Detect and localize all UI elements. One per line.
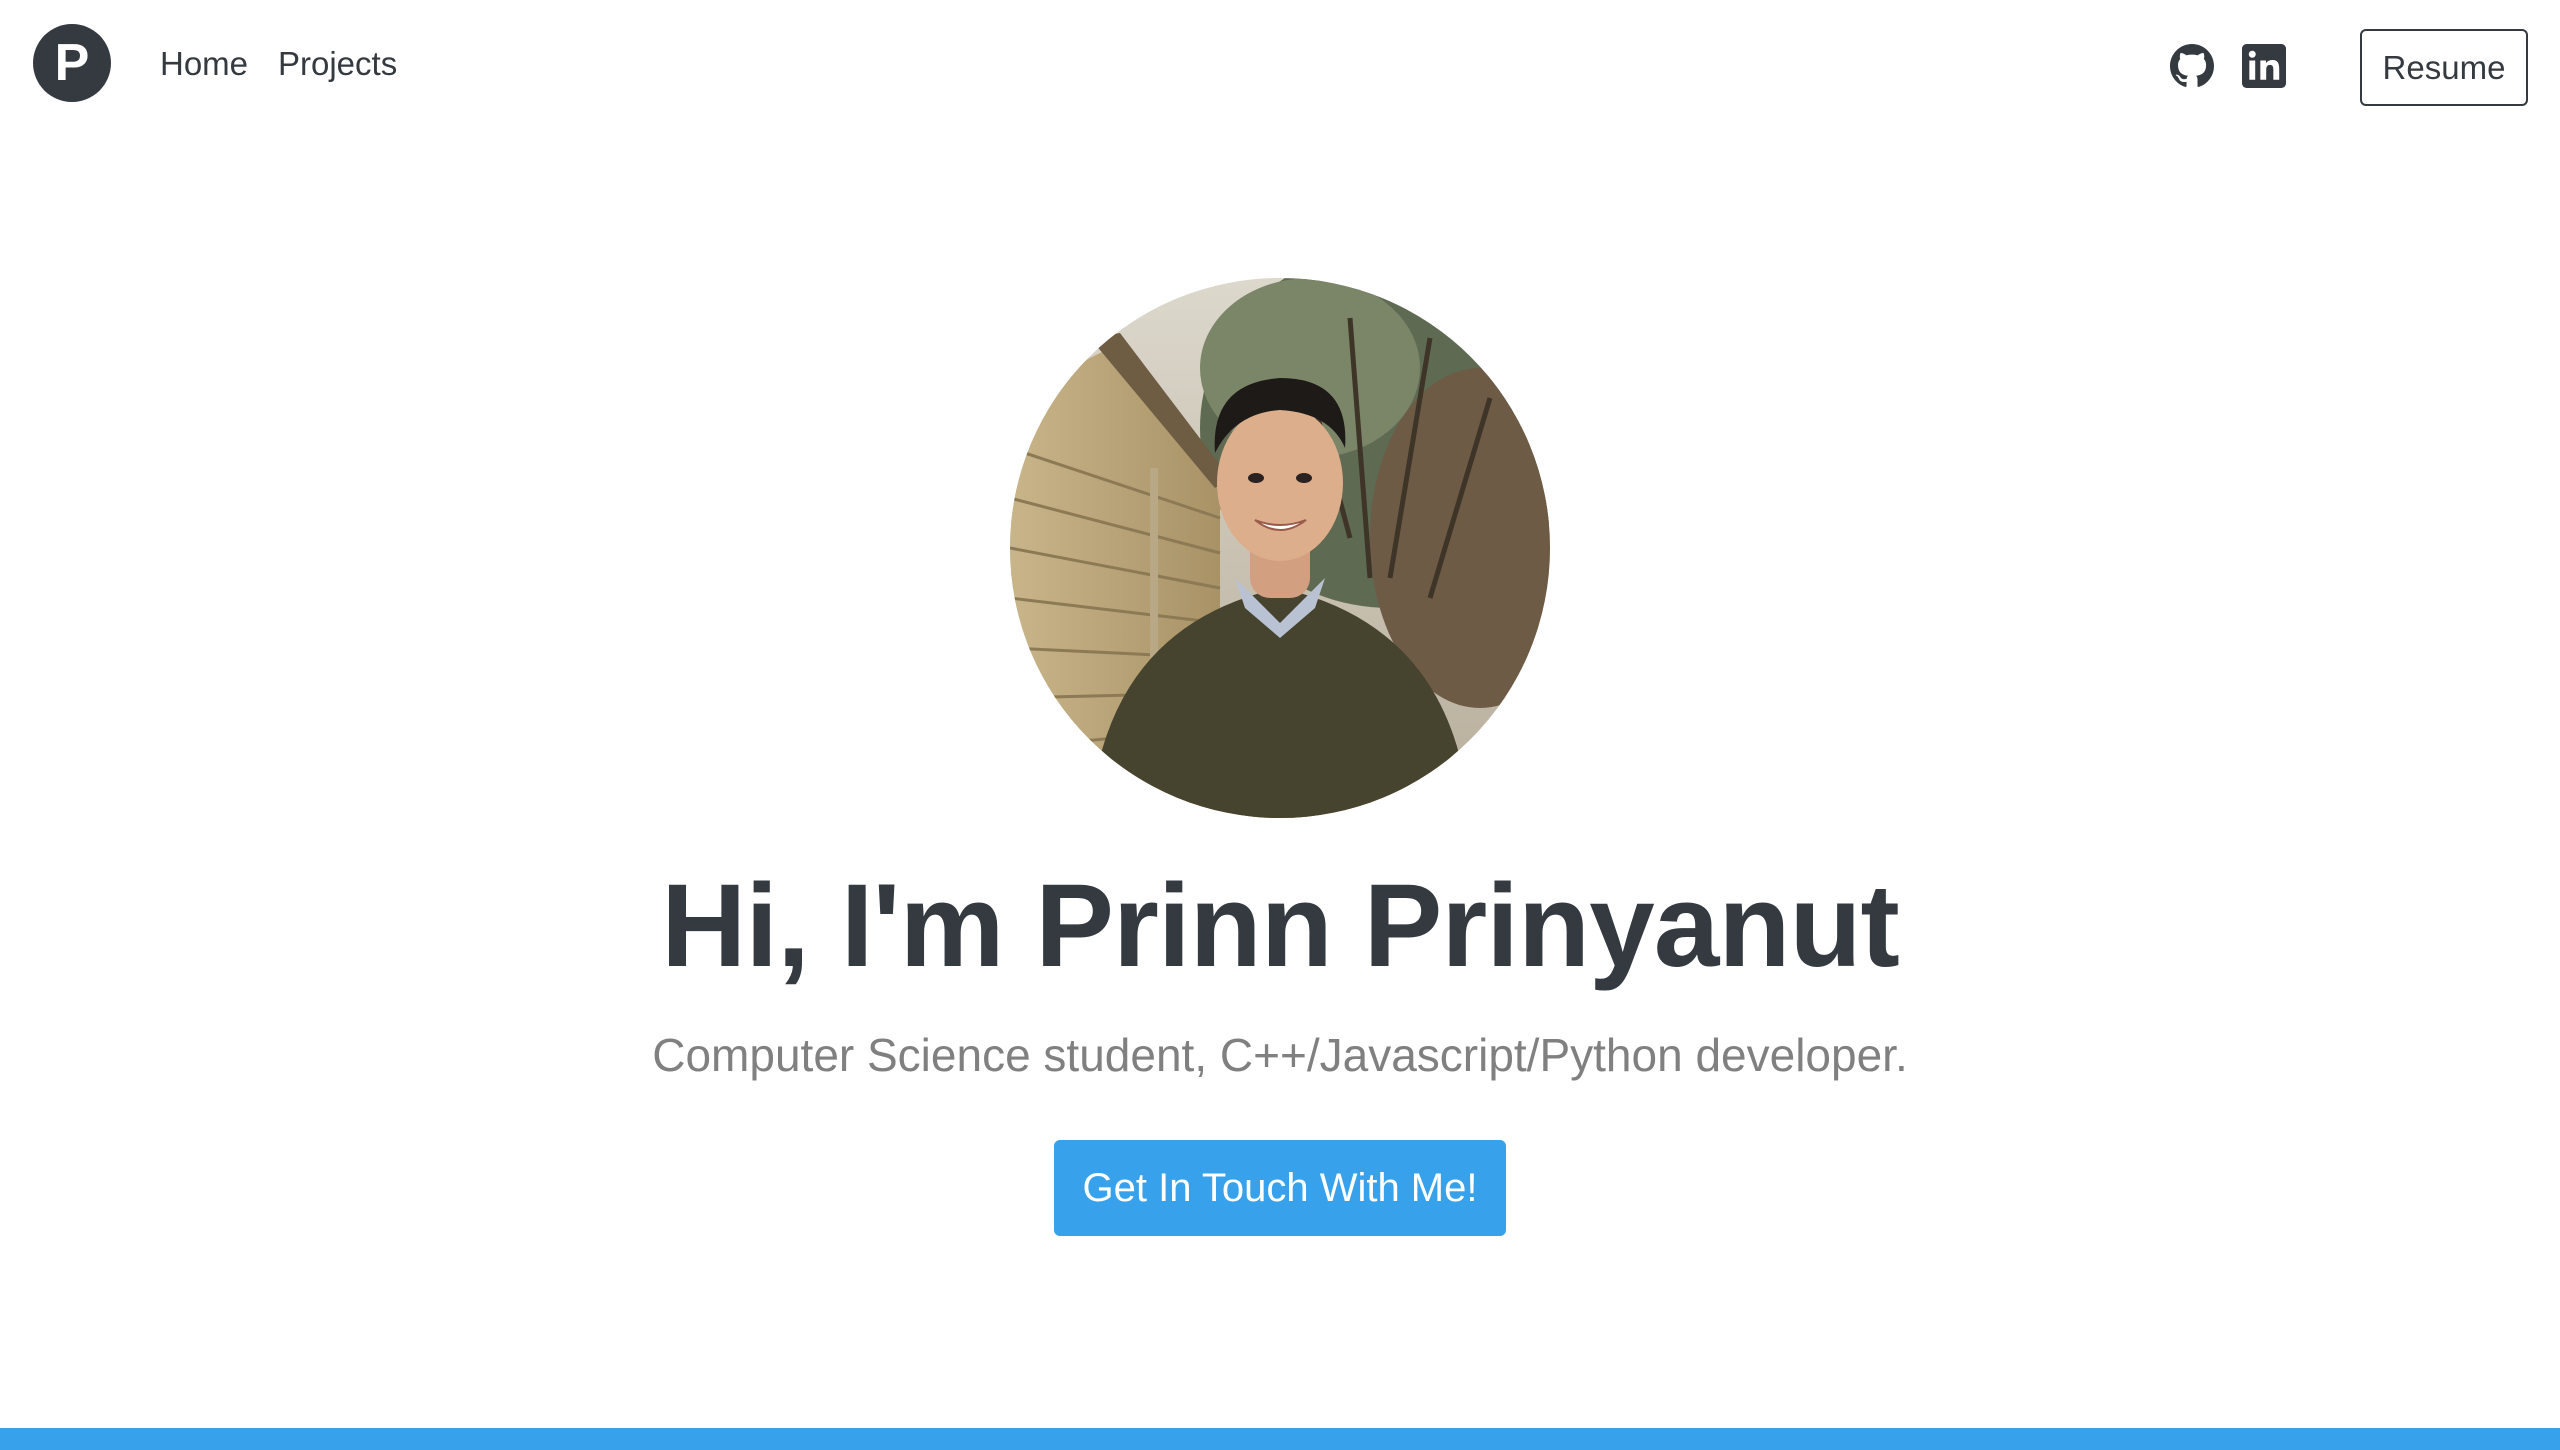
nav-link-home[interactable]: Home — [160, 45, 248, 82]
hero-section: Hi, I'm Prinn Prinyanut Computer Science… — [0, 0, 2560, 1450]
linkedin-icon[interactable] — [2242, 44, 2286, 88]
nav-link-projects[interactable]: Projects — [278, 45, 397, 82]
logo-letter: P — [54, 34, 90, 92]
page-title: Hi, I'm Prinn Prinyanut — [661, 860, 1900, 992]
github-icon[interactable] — [2170, 44, 2214, 88]
get-in-touch-button[interactable]: Get In Touch With Me! — [1054, 1140, 1506, 1236]
navbar: P Home Projects Resume — [0, 0, 2560, 136]
tagline: Computer Science student, C++/Javascript… — [652, 1029, 1908, 1081]
profile-photo — [1010, 278, 1550, 818]
profile-photo-illustration — [1010, 278, 1550, 818]
footer-accent-bar — [0, 1428, 2560, 1450]
logo[interactable]: P — [33, 24, 111, 102]
resume-button[interactable]: Resume — [2360, 29, 2528, 106]
